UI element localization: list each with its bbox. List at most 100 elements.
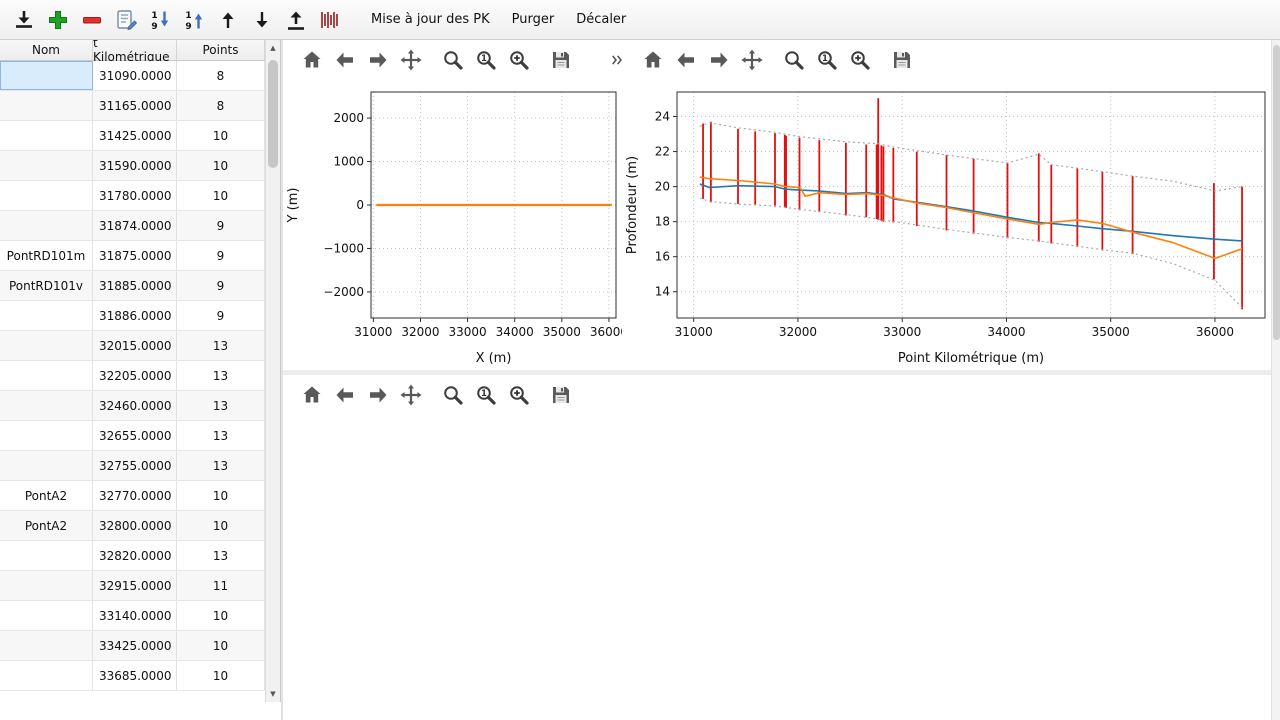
cell-nom[interactable]	[0, 181, 93, 210]
pan-button[interactable]	[396, 380, 426, 410]
cell-nom[interactable]	[0, 91, 93, 120]
table-scrollbar[interactable]: ▲ ▼	[265, 40, 280, 702]
update-pk-button[interactable]: Mise à jour des PK	[362, 5, 499, 35]
cell-nom[interactable]	[0, 151, 93, 180]
table-row[interactable]: 31780.000010	[0, 181, 265, 211]
cell-nom[interactable]	[0, 541, 93, 570]
cell-pk[interactable]: 31165.0000	[93, 91, 177, 120]
export-button[interactable]	[280, 4, 312, 36]
cell-pk[interactable]: 33685.0000	[93, 661, 177, 690]
cell-pk[interactable]: 33425.0000	[93, 631, 177, 660]
table-row[interactable]: 31886.00009	[0, 301, 265, 331]
cell-pk[interactable]: 31874.0000	[93, 211, 177, 240]
cell-points[interactable]: 13	[177, 361, 265, 390]
cell-points[interactable]: 13	[177, 421, 265, 450]
table-row[interactable]: 33425.000010	[0, 631, 265, 661]
cell-pk[interactable]: 32460.0000	[93, 391, 177, 420]
save-button[interactable]	[546, 45, 576, 75]
remove-section-button[interactable]	[76, 4, 108, 36]
pan-button[interactable]	[396, 45, 426, 75]
cell-points[interactable]: 10	[177, 601, 265, 630]
home-button[interactable]	[297, 380, 327, 410]
table-row[interactable]: 32820.000013	[0, 541, 265, 571]
table-row[interactable]: 32655.000013	[0, 421, 265, 451]
column-header-pk[interactable]: t Kilométrique	[93, 40, 177, 60]
home-button[interactable]	[638, 45, 668, 75]
zoom-plus-button[interactable]	[504, 45, 534, 75]
cell-points[interactable]: 10	[177, 151, 265, 180]
cell-nom[interactable]: PontRD101v	[0, 271, 93, 300]
cell-pk[interactable]: 31090.0000	[93, 61, 177, 90]
move-up-button[interactable]	[212, 4, 244, 36]
cell-nom[interactable]	[0, 601, 93, 630]
cell-points[interactable]: 10	[177, 511, 265, 540]
table-row[interactable]: 33140.000010	[0, 601, 265, 631]
cell-points[interactable]: 10	[177, 661, 265, 690]
cell-points[interactable]: 9	[177, 301, 265, 330]
cell-nom[interactable]	[0, 391, 93, 420]
cell-points[interactable]: 10	[177, 181, 265, 210]
cell-points[interactable]: 8	[177, 91, 265, 120]
table-row[interactable]: PontRD101v31885.00009	[0, 271, 265, 301]
cell-pk[interactable]: 32755.0000	[93, 451, 177, 480]
cell-points[interactable]: 10	[177, 121, 265, 150]
cell-nom[interactable]	[0, 61, 93, 90]
table-row[interactable]: 32755.000013	[0, 451, 265, 481]
table-row[interactable]: PontRD101m31875.00009	[0, 241, 265, 271]
column-header-points[interactable]: Points	[177, 40, 265, 60]
cell-points[interactable]: 11	[177, 571, 265, 600]
toolbar-overflow-button[interactable]	[605, 45, 627, 75]
table-row[interactable]: 31874.00009	[0, 211, 265, 241]
cell-points[interactable]: 9	[177, 211, 265, 240]
cell-pk[interactable]: 31425.0000	[93, 121, 177, 150]
table-row[interactable]: PontA232770.000010	[0, 481, 265, 511]
horizontal-splitter[interactable]	[283, 370, 1272, 375]
add-section-button[interactable]	[42, 4, 74, 36]
cell-pk[interactable]: 32015.0000	[93, 331, 177, 360]
move-down-button[interactable]	[246, 4, 278, 36]
cell-pk[interactable]: 31590.0000	[93, 151, 177, 180]
sort-descending-button[interactable]	[144, 4, 176, 36]
pan-button[interactable]	[737, 45, 767, 75]
zoom-one-button[interactable]	[812, 45, 842, 75]
shift-button[interactable]: Décaler	[567, 5, 635, 35]
cell-nom[interactable]	[0, 211, 93, 240]
scroll-down-icon[interactable]: ▼	[266, 687, 280, 701]
back-button[interactable]	[671, 45, 701, 75]
cell-pk[interactable]: 31780.0000	[93, 181, 177, 210]
back-button[interactable]	[330, 380, 360, 410]
sort-ascending-button[interactable]	[178, 4, 210, 36]
zoom-one-button[interactable]	[471, 380, 501, 410]
panel-scrollbar[interactable]	[1271, 40, 1280, 720]
table-scrollbar-thumb[interactable]	[268, 60, 278, 168]
table-row[interactable]: 31165.00008	[0, 91, 265, 121]
cell-nom[interactable]	[0, 301, 93, 330]
zoom-button[interactable]	[779, 45, 809, 75]
plan-chart[interactable]: 310003200033000340003500036000−2000−1000…	[283, 80, 622, 370]
cell-nom[interactable]	[0, 361, 93, 390]
cell-points[interactable]: 10	[177, 481, 265, 510]
back-button[interactable]	[330, 45, 360, 75]
table-row[interactable]: 31590.000010	[0, 151, 265, 181]
cell-pk[interactable]: 32205.0000	[93, 361, 177, 390]
zoom-plus-button[interactable]	[504, 380, 534, 410]
cell-nom[interactable]: PontA2	[0, 511, 93, 540]
cell-nom[interactable]: PontRD101m	[0, 241, 93, 270]
import-button[interactable]	[8, 4, 40, 36]
cell-points[interactable]: 8	[177, 61, 265, 90]
table-row[interactable]: 32015.000013	[0, 331, 265, 361]
zoom-button[interactable]	[438, 380, 468, 410]
edit-list-button[interactable]	[110, 4, 142, 36]
cell-nom[interactable]	[0, 331, 93, 360]
zoom-one-button[interactable]	[471, 45, 501, 75]
table-row[interactable]: 32460.000013	[0, 391, 265, 421]
cell-points[interactable]: 10	[177, 631, 265, 660]
cell-pk[interactable]: 32770.0000	[93, 481, 177, 510]
cell-pk[interactable]: 31885.0000	[93, 271, 177, 300]
profile-chart[interactable]: 3100032000330003400035000360001416182022…	[622, 80, 1272, 370]
table-row[interactable]: 31425.000010	[0, 121, 265, 151]
cell-pk[interactable]: 31875.0000	[93, 241, 177, 270]
cell-points[interactable]: 13	[177, 451, 265, 480]
zoom-button[interactable]	[438, 45, 468, 75]
table-row[interactable]: 32915.000011	[0, 571, 265, 601]
